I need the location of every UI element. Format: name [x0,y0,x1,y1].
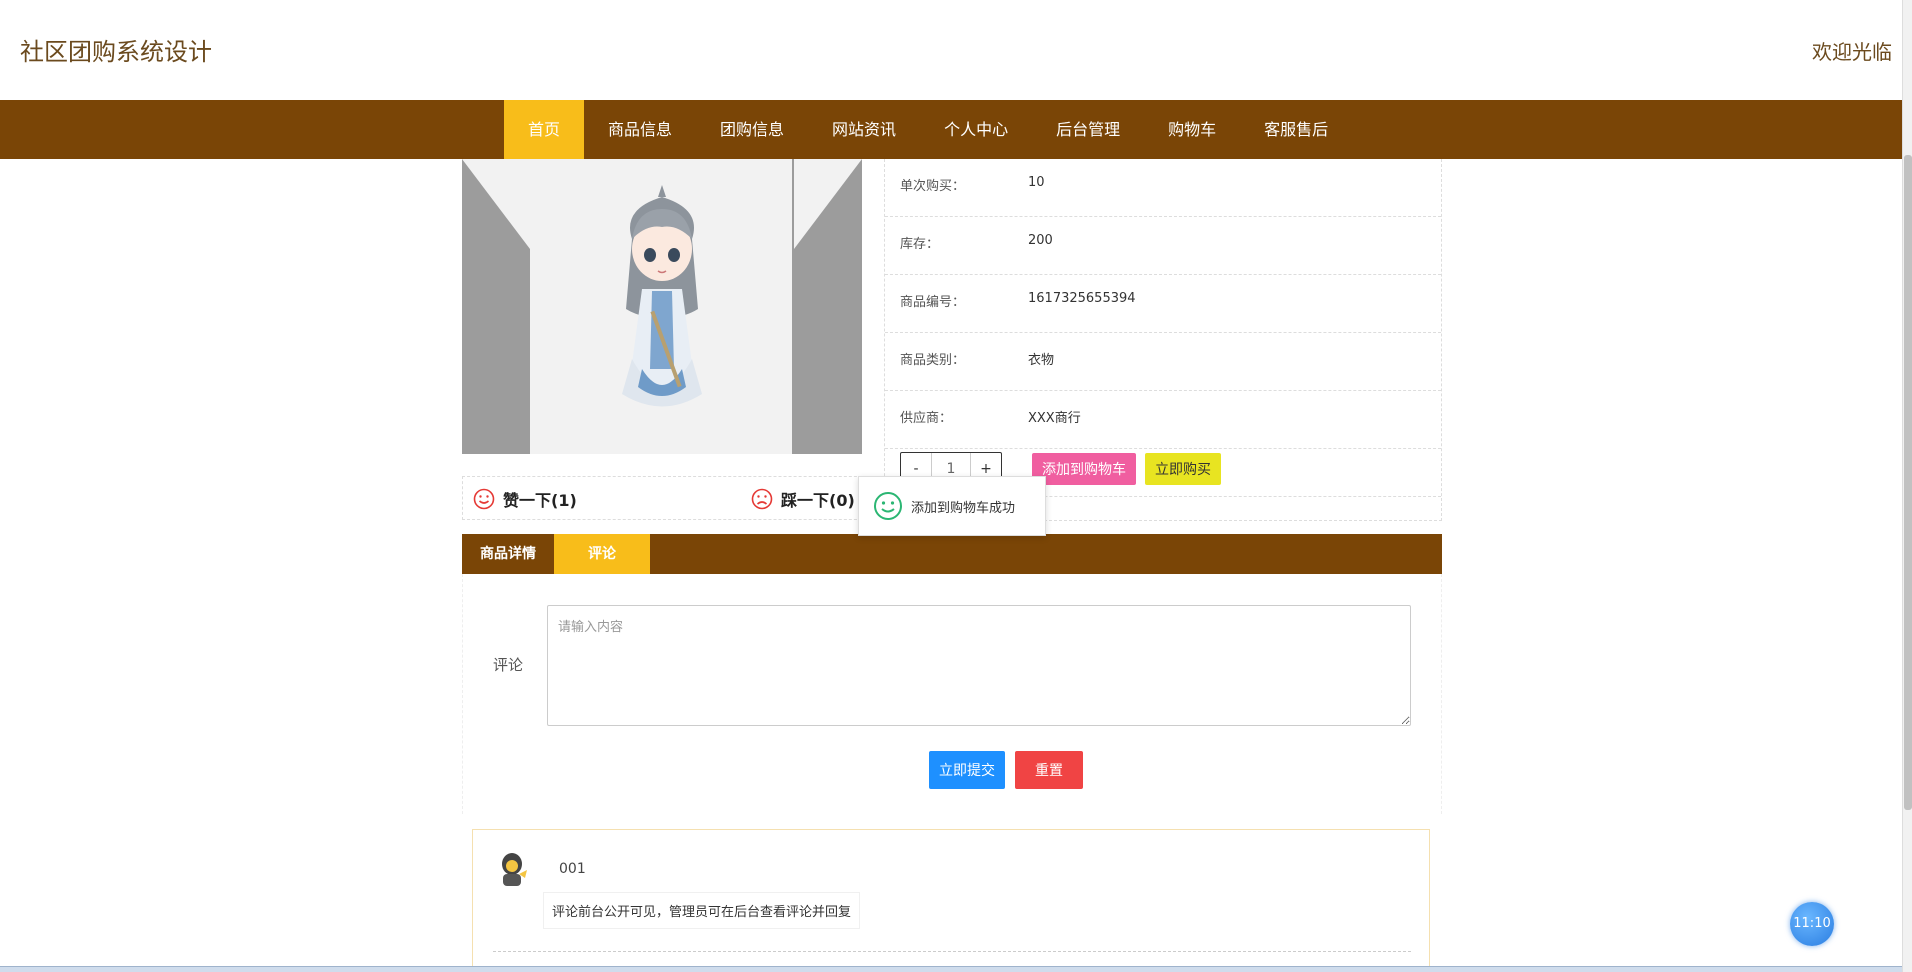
welcome-text: 欢迎光临 [1812,40,1892,64]
tshirt-sleeve-right [794,159,862,249]
comment-textarea[interactable] [547,605,1411,726]
info-row-category: 商品类别： 衣物 [885,333,1441,391]
detail-tabs: 商品详情 评论 [462,534,1442,574]
nav-item-group-buy[interactable]: 团购信息 [696,100,808,159]
top-header: 社区团购系统设计 欢迎光临 [0,0,1902,100]
product-info-panel: 单次购买： 10 库存： 200 商品编号： 1617325655394 商品类… [884,159,1442,521]
comment-username: 001 [559,861,586,877]
info-value: 200 [1028,233,1053,248]
buy-now-button[interactable]: 立即购买 [1145,453,1221,485]
dislike-button[interactable]: 踩一下(0) [751,487,855,511]
like-label: 赞一下(1) [503,491,577,510]
info-value: 衣物 [1028,353,1055,368]
add-to-cart-button[interactable]: 添加到购物车 [1032,453,1136,485]
info-label: 单次购买： [900,179,966,194]
comment-text: 评论前台公开可见，管理员可在后台查看评论并回复 [543,892,861,929]
smile-icon [473,488,495,510]
tab-product-detail[interactable]: 商品详情 [462,534,554,574]
sad-face-icon [751,488,773,510]
nav-item-products[interactable]: 商品信息 [584,100,696,159]
success-smile-icon [874,492,902,520]
nav-item-news[interactable]: 网站资讯 [808,100,920,159]
nav-item-admin[interactable]: 后台管理 [1032,100,1144,159]
product-image [462,159,862,454]
comment-label: 评论 [493,656,524,674]
info-row-supplier: 供应商： XXX商行 [885,391,1441,449]
clock-bubble[interactable]: 11:10 [1790,902,1834,946]
info-label: 库存： [900,237,940,252]
user-avatar [502,853,527,886]
nav-item-home[interactable]: 首页 [504,100,585,159]
nav-item-profile[interactable]: 个人中心 [920,100,1032,159]
comment-list: 001 评论前台公开可见，管理员可在后台查看评论并回复 [472,829,1430,972]
comment-form: 评论 立即提交 重置 [462,574,1442,814]
vote-row: 赞一下(1) 踩一下(0) [462,476,882,520]
page-scrollbar[interactable] [1902,0,1912,972]
info-label: 商品编号： [900,295,966,310]
like-button[interactable]: 赞一下(1) [473,487,577,511]
info-row-product-id: 商品编号： 1617325655394 [885,275,1441,333]
toast-message: 添加到购物车成功 [911,500,1016,516]
info-value: 1617325655394 [1028,291,1136,306]
info-value: 10 [1028,175,1045,190]
main-nav: 首页 商品信息 团购信息 网站资讯 个人中心 后台管理 购物车 客服售后 [0,100,1902,159]
dislike-label: 踩一下(0) [781,491,855,510]
nav-item-cart[interactable]: 购物车 [1144,100,1240,159]
chibi-character-illustration [622,185,702,407]
info-value: XXX商行 [1028,411,1081,426]
info-row-stock: 库存： 200 [885,217,1441,275]
info-label: 商品类别： [900,353,966,368]
reset-button[interactable]: 重置 [1015,751,1083,789]
tshirt-sleeve-left [462,159,530,249]
site-title: 社区团购系统设计 [20,38,212,66]
taskbar-strip [0,966,1902,972]
info-label: 供应商： [900,411,953,426]
tab-comments[interactable]: 评论 [554,534,650,574]
nav-item-service[interactable]: 客服售后 [1240,100,1352,159]
comment-divider [493,951,1411,952]
success-toast: 添加到购物车成功 [858,476,1046,536]
submit-comment-button[interactable]: 立即提交 [929,751,1005,789]
info-row-purchase-limit: 单次购买： 10 [885,159,1441,217]
nav-list: 首页 商品信息 团购信息 网站资讯 个人中心 后台管理 购物车 客服售后 [504,100,1352,159]
scrollbar-thumb[interactable] [1904,155,1912,810]
